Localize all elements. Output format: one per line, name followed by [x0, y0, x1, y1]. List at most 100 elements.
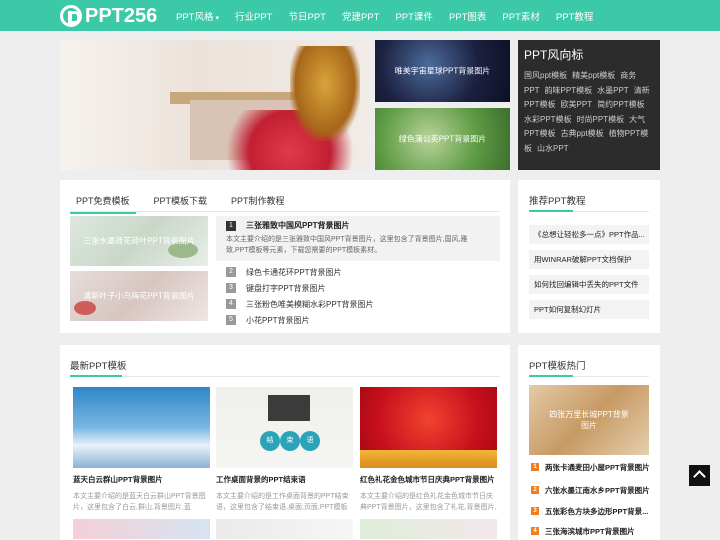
card-image [360, 387, 497, 468]
gold-city-image [360, 450, 497, 468]
rank-number: 1 [531, 463, 539, 471]
card-image [360, 519, 497, 539]
card-image [216, 519, 353, 539]
hero-lion-image [290, 46, 360, 141]
panel-divider [529, 375, 649, 377]
hot-image-caption: 四张万里长城PPT背景图片 [549, 410, 629, 430]
tag-link[interactable]: 国风ppt模板 [524, 71, 567, 80]
main-nav: PPT风格 ▾ 行业PPT 节日PPT 党建PPT PPT课件 PPT图表 PPT… [168, 0, 601, 31]
logo-p-icon [60, 5, 82, 27]
back-to-top-button[interactable] [689, 465, 710, 486]
thumb-card[interactable]: 三张水墨荷花荷叶PPT背景图片 [70, 216, 208, 266]
featured-title: 三张雅致中国风PPT背景图片 [246, 221, 350, 230]
list-item-title: 绿色卡通花环PPT背景图片 [246, 267, 342, 277]
list-item[interactable]: 3 键盘打字PPT背景图片 [226, 280, 374, 296]
card-image [73, 519, 210, 539]
hero-tile-planet[interactable]: 唯美宇宙星球PPT背景图片 [375, 40, 510, 102]
nav-item-party[interactable]: 党建PPT [342, 9, 379, 23]
thumb-caption: 三张水墨荷花荷叶PPT背景图片 [83, 236, 195, 246]
tag-link[interactable]: 韵味PPT模板 [545, 86, 593, 95]
site-logo[interactable]: PPT256 [60, 4, 157, 28]
tag-cloud-title: PPT风向标 [524, 48, 584, 62]
rank-number: 4 [531, 527, 539, 535]
tutorial-link[interactable]: 用WINRAR破解PPT文档保护 [529, 250, 649, 269]
rank-number: 2 [531, 486, 539, 494]
card-title[interactable]: 红色礼花金色城市节日庆典PPT背景图片 [360, 474, 497, 485]
tutorial-link[interactable]: 如何找回编辑中丢失的PPT文件 [529, 275, 649, 294]
card-description: 本文主要介绍的是红色礼花金色城市节日庆典PPT背景图片，这里包含了礼花,背景图片… [360, 493, 497, 511]
hot-item-title: 两张卡通麦田小屋PPT背景图片 [545, 462, 650, 472]
card-title[interactable]: 工作桌面背景的PPT结束语 [216, 474, 353, 485]
nav-label: PPT风格 [176, 11, 214, 23]
nav-item-tutorial[interactable]: PPT教程 [556, 9, 593, 23]
tag-link[interactable]: 水墨PPT [597, 86, 629, 95]
tutorial-link[interactable]: PPT如何复制幻灯片 [529, 300, 649, 319]
rank-number: 1 [226, 220, 236, 231]
panel-title: PPT模板热门 [529, 361, 586, 372]
hot-list-item[interactable]: 3 五张彩色方块多边形PPT背景... [531, 503, 648, 519]
hot-item-title: 三张海滨城市PPT背景图片 [545, 526, 635, 536]
laptop-image [268, 395, 310, 421]
hot-templates-panel: PPT模板热门 四张万里长城PPT背景图片 1 两张卡通麦田小屋PPT背景图片 2… [518, 345, 660, 540]
hero-tile-caption: 绿色蒲公英PPT背景图片 [398, 134, 487, 144]
nav-item-industry[interactable]: 行业PPT [235, 9, 272, 23]
hot-item-title: 六张水墨江南水乡PPT背景图片 [545, 485, 650, 495]
rank-number: 3 [226, 283, 236, 293]
template-card[interactable]: 结 束 语 工作桌面背景的PPT结束语 本文主要介绍的是工作桌面背景的PPT结束… [216, 387, 353, 540]
title-accent [70, 375, 122, 377]
list-item-title: 小花PPT背景图片 [246, 315, 310, 325]
nav-item-material[interactable]: PPT素材 [502, 9, 539, 23]
tag-link[interactable]: 古典ppt模板 [561, 129, 604, 138]
card-description: 本文主要介绍的是工作桌面背景的PPT结束语，这里包含了结束语,桌面,页面,PPT… [216, 493, 349, 511]
panel-divider [529, 210, 649, 212]
tag-link[interactable]: 水彩PPT模板 [524, 115, 572, 124]
recommended-tutorials-panel: 推荐PPT教程 《总想让轻松多一点》PPT作品... 用WINRAR破解PPT文… [518, 180, 660, 333]
latest-templates-panel: 最新PPT模板 蓝天白云群山PPT背景图片 本文主要介绍的是蓝天白云群山PPT背… [60, 345, 510, 540]
template-card[interactable]: 红色礼花金色城市节日庆典PPT背景图片 本文主要介绍的是红色礼花金色城市节日庆典… [360, 387, 497, 540]
nav-item-style[interactable]: PPT风格 ▾ [176, 9, 219, 23]
list-item[interactable]: 4 三张粉色唯美模糊水彩PPT背景图片 [226, 296, 374, 312]
template-tabs-panel: PPT免费模板 PPT模板下载 PPT制作教程 三张水墨荷花荷叶PPT背景图片 … [60, 180, 510, 333]
nav-item-festival[interactable]: 节日PPT [288, 9, 325, 23]
panel-title: 推荐PPT教程 [529, 196, 586, 207]
tag-list: 国风ppt模板 精美ppt模板 商务PPT 韵味PPT模板 水墨PPT 清新PPT模板 欧美… [524, 69, 654, 156]
tag-link[interactable]: 简约PPT模板 [597, 100, 645, 109]
badge-circle: 语 [300, 431, 320, 451]
hero-tile-caption: 唯美宇宙星球PPT背景图片 [394, 66, 491, 76]
nav-item-courseware[interactable]: PPT课件 [395, 9, 432, 23]
hot-list-item[interactable]: 1 两张卡通麦田小屋PPT背景图片 [531, 459, 650, 475]
nav-item-charts[interactable]: PPT图表 [449, 9, 486, 23]
card-image: 结 束 语 [216, 387, 353, 468]
plum-blossom-image [74, 301, 96, 315]
thumb-card[interactable]: 清新叶子小鸟梅花PPT背景图片 [70, 271, 208, 321]
tag-link[interactable]: 精美ppt模板 [572, 71, 615, 80]
tag-link[interactable]: 时尚PPT模板 [577, 115, 625, 124]
chevron-down-icon: ▾ [215, 14, 219, 22]
logo-text: PPT256 [85, 4, 158, 27]
hot-list-item[interactable]: 4 三张海滨城市PPT背景图片 [531, 523, 635, 539]
rank-number: 4 [226, 299, 236, 309]
top-header: PPT256 PPT风格 ▾ 行业PPT 节日PPT 党建PPT PPT课件 PP… [0, 0, 720, 31]
tag-link[interactable]: 山水PPT [537, 144, 569, 153]
list-item[interactable]: 2 绿色卡通花环PPT背景图片 [226, 264, 374, 280]
rank-number: 2 [226, 267, 236, 277]
hero-slider[interactable] [60, 40, 369, 170]
list-item[interactable]: 5 小花PPT背景图片 [226, 312, 374, 328]
featured-list-item[interactable]: 1 三张雅致中国风PPT背景图片 本文主要介绍的是三张雅致中国风PPT背景图片，这… [216, 216, 500, 261]
list-item-title: 三张粉色唯美模糊水彩PPT背景图片 [246, 299, 374, 309]
hot-item-title: 五张彩色方块多边形PPT背景... [545, 506, 649, 516]
tab-divider [70, 211, 500, 212]
hero-tile-dandelion[interactable]: 绿色蒲公英PPT背景图片 [375, 108, 510, 170]
card-description: 本文主要介绍的是蓝天白云群山PPT背景图片，这里包含了白云,群山,背景图片,蓝 [73, 493, 206, 511]
hot-featured-image[interactable]: 四张万里长城PPT背景图片 [529, 385, 649, 455]
title-accent [529, 375, 573, 377]
tag-link[interactable]: 欧美PPT [561, 100, 593, 109]
thumb-caption: 清新叶子小鸟梅花PPT背景图片 [83, 291, 195, 301]
card-image [73, 387, 210, 468]
template-card[interactable]: 蓝天白云群山PPT背景图片 本文主要介绍的是蓝天白云群山PPT背景图片，这里包含… [73, 387, 210, 540]
hot-list-item[interactable]: 2 六张水墨江南水乡PPT背景图片 [531, 482, 650, 498]
tutorial-link[interactable]: 《总想让轻松多一点》PPT作品... [529, 225, 649, 244]
card-title[interactable]: 蓝天白云群山PPT背景图片 [73, 474, 210, 485]
panel-divider [70, 375, 500, 377]
list-item-title: 键盘打字PPT背景图片 [246, 283, 326, 293]
